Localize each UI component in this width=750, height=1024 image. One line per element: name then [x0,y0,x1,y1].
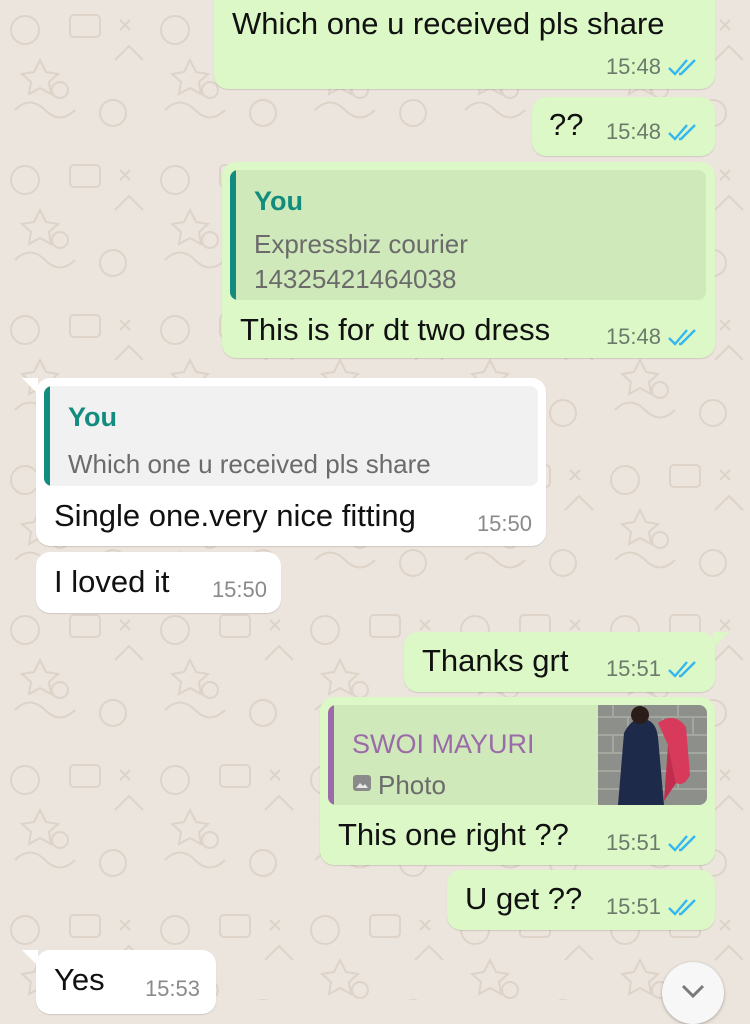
message-text: This is for dt two dress [240,312,551,347]
message-text: I loved it [54,564,170,599]
message-text: U get ?? [465,881,583,916]
message-time: 15:48 [605,324,661,349]
read-receipt-icon [668,899,696,916]
message-text: Thanks grt [422,643,569,678]
quote-accent-bar [328,705,334,805]
quote-author: SWOI MAYURI [352,729,535,759]
quote-accent-bar [230,170,236,300]
outgoing-message-with-reply[interactable]: SWOI MAYURI Photo This one right ?? 15:5… [320,697,715,865]
message-time: 15:51 [605,894,661,919]
incoming-message-with-reply[interactable]: You Which one u received pls share Singl… [36,378,546,546]
quote-author: You [254,186,303,216]
scroll-to-bottom-button[interactable] [662,962,724,1024]
message-time: 15:51 [605,656,661,681]
quoted-message[interactable]: SWOI MAYURI Photo [328,705,707,805]
quote-author: You [68,402,117,432]
message-time: 15:48 [605,54,661,79]
quote-text-line: Expressbiz courier [254,229,468,259]
message-text: ?? [549,107,584,142]
camera-icon [353,775,371,791]
message-text: This one right ?? [338,817,569,852]
read-receipt-icon [668,124,696,141]
incoming-message[interactable]: Yes 15:53 [36,950,216,1014]
bubble-tail [713,632,729,648]
quoted-message[interactable]: You Expressbiz courier 14325421464038 [230,170,706,300]
message-text: Yes [54,962,105,997]
incoming-message[interactable]: I loved it 15:50 [36,552,281,613]
message-time: 15:48 [605,119,661,144]
quote-text-line: 14325421464038 [254,264,457,294]
read-receipt-icon [668,59,696,76]
message-time: 15:51 [605,830,661,855]
quoted-photo-thumbnail[interactable] [598,705,707,805]
outgoing-message[interactable]: Thanks grt 15:51 [404,632,715,692]
message-time: 15:50 [211,577,267,602]
quoted-message[interactable]: You Which one u received pls share [44,386,538,486]
outgoing-message[interactable]: U get ?? 15:51 [447,870,715,930]
outgoing-message-with-reply[interactable]: You Expressbiz courier 14325421464038 Th… [222,162,715,358]
read-receipt-icon [668,661,696,678]
message-text: Which one u received pls share [232,6,665,41]
quote-accent-bar [44,386,50,486]
read-receipt-icon [668,835,696,852]
message-text: Single one.very nice fitting [54,498,416,533]
quote-text-line: Photo [378,770,446,800]
outgoing-message[interactable]: Which one u received pls share 15:48 [214,0,715,89]
outgoing-message[interactable]: ?? 15:48 [532,97,715,156]
quote-text-line: Which one u received pls share [68,449,431,479]
message-time: 15:53 [144,976,200,1001]
chevron-down-icon [681,984,705,999]
read-receipt-icon [668,329,696,346]
message-time: 15:50 [476,511,532,536]
